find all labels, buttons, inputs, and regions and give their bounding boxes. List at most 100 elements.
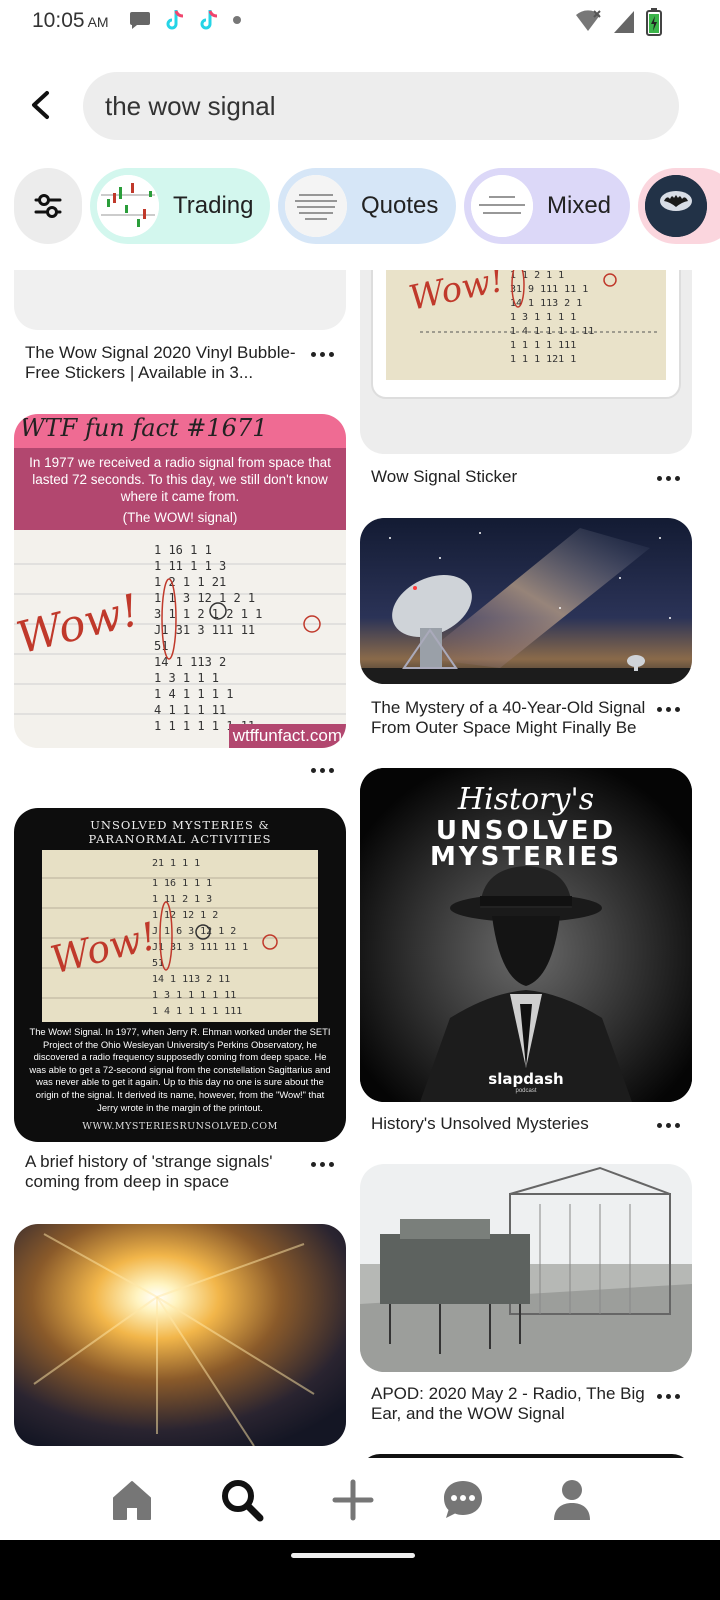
dot: [319, 351, 325, 357]
profile-icon: [554, 1480, 590, 1520]
svg-text:51: 51: [154, 639, 168, 653]
svg-text:1 16 1 1: 1 16 1 1: [154, 543, 212, 557]
dot: [665, 475, 671, 481]
wifi-off-icon: [576, 10, 601, 31]
clock-ampm: AM: [87, 14, 109, 30]
pin-title[interactable]: History's Unsolved Mysteries: [371, 1114, 651, 1134]
nav-home-button[interactable]: [108, 1476, 156, 1524]
pin-title[interactable]: Wow Signal Sticker: [371, 467, 651, 487]
card-header-line1: UNSOLVED MYSTERIES &: [90, 818, 270, 832]
system-gesture-bar: [0, 1540, 720, 1600]
pin-title[interactable]: A brief history of 'strange signals' com…: [25, 1152, 310, 1192]
more-options-button[interactable]: [651, 468, 685, 488]
filter-chips-row: Trading Quotes Mixed: [0, 168, 720, 244]
bottom-nav: [0, 1458, 720, 1540]
chip-quotes[interactable]: Quotes: [278, 168, 456, 244]
sliders-icon: [34, 194, 62, 218]
dot: [310, 351, 316, 357]
chip-label: Trading: [173, 192, 254, 219]
svg-text:1 1 1 1 111: 1 1 1 1 111: [510, 340, 576, 351]
more-options-button[interactable]: [305, 760, 339, 780]
pin-image-sticker[interactable]: [14, 270, 346, 330]
svg-text:21 1 1 1: 21 1 1 1: [152, 858, 200, 869]
svg-text:1 1 3 12 1 2 1: 1 1 3 12 1 2 1: [154, 591, 255, 605]
nav-create-button[interactable]: [329, 1476, 377, 1524]
dot: [319, 767, 325, 773]
dot: [656, 1393, 662, 1399]
nav-messages-button[interactable]: [439, 1476, 487, 1524]
svg-text:1 4 1 1 1 1: 1 4 1 1 1 1: [154, 687, 233, 701]
svg-text:1 1 2 1 1: 1 1 2 1 1: [510, 270, 564, 281]
more-options-button[interactable]: [651, 1386, 685, 1406]
dot: [674, 1122, 680, 1128]
more-options-button[interactable]: [305, 344, 339, 364]
pin-title[interactable]: The Wow Signal 2020 Vinyl Bubble-Free St…: [25, 343, 310, 383]
sun-glow-image: [14, 1224, 346, 1446]
dot: [656, 706, 662, 712]
chip-thumbnail: [97, 175, 159, 237]
messages-icon: [444, 1481, 482, 1518]
chip-mixed[interactable]: Mixed: [464, 168, 630, 244]
system-icons: [574, 8, 662, 36]
fact-header: WTF fun fact #1671: [20, 414, 268, 442]
more-options-button[interactable]: [305, 1154, 339, 1174]
pin-image-radio-telescope[interactable]: [360, 518, 692, 684]
svg-text:1 3 1 1 1 1 11: 1 3 1 1 1 1 11: [152, 990, 236, 1001]
chat-bubble-icon: [130, 12, 150, 29]
svg-text:1 3 1 1 1 1: 1 3 1 1 1 1: [510, 312, 576, 323]
dot: [328, 1161, 334, 1167]
fact-body: In 1977 we received a radio signal from …: [29, 455, 331, 504]
more-options-button[interactable]: [651, 699, 685, 719]
back-arrow-icon: [32, 91, 49, 119]
chip-trading[interactable]: Trading: [90, 168, 270, 244]
dot: [674, 706, 680, 712]
pin-image-big-ear[interactable]: [360, 1164, 692, 1372]
search-query[interactable]: the wow signal: [105, 91, 276, 122]
svg-text:3 1 1 2 1 2 1 1: 3 1 1 2 1 2 1 1: [154, 607, 262, 621]
svg-text:31 9 111 11 1: 31 9 111 11 1: [510, 284, 588, 295]
status-bar: 10:05 AM: [0, 0, 720, 44]
pin-image-wtf-fact[interactable]: 1 16 1 1 1 11 1 1 3 1 2 1 1 21 1 1 3 12 …: [14, 414, 346, 748]
plus-icon: [332, 1479, 374, 1521]
filter-button[interactable]: [14, 168, 82, 244]
more-options-button[interactable]: [651, 1115, 685, 1135]
nav-profile-button[interactable]: [548, 1476, 596, 1524]
dot: [674, 475, 680, 481]
pin-title[interactable]: APOD: 2020 May 2 - Radio, The Big Ear, a…: [371, 1384, 651, 1424]
big-ear-image: [360, 1164, 692, 1372]
pin-title[interactable]: The Mystery of a 40-Year-Old Signal From…: [371, 698, 651, 738]
podcast-brand: slapdash: [488, 1070, 564, 1088]
gesture-handle[interactable]: [291, 1553, 415, 1558]
chip-thumbnail: [645, 175, 707, 237]
pin-image-history-podcast[interactable]: History's UNSOLVED MYSTERIES slapdash po…: [360, 768, 692, 1102]
signal-icon: [614, 11, 634, 33]
svg-text:14 1 113 2: 14 1 113 2: [154, 655, 226, 669]
pin-image-unsolved-paranormal[interactable]: UNSOLVED MYSTERIES & PARANORMAL ACTIVITI…: [14, 808, 346, 1142]
tiktok-icon: [200, 10, 218, 30]
svg-text:1 11 1 1 3: 1 11 1 1 3: [154, 559, 226, 573]
podcast-brand-sub: podcast: [515, 1088, 537, 1094]
svg-text:14 1 113 2 11: 14 1 113 2 11: [152, 974, 230, 985]
pin-image-sun-glow[interactable]: [14, 1224, 346, 1446]
chip-thumbnail: [285, 175, 347, 237]
svg-text:1 11 2 1 3: 1 11 2 1 3: [152, 894, 212, 905]
fact-watermark: wtffunfact.com: [228, 724, 346, 748]
dot: [310, 767, 316, 773]
chip-thumbnail: [471, 175, 533, 237]
back-button[interactable]: [22, 86, 60, 124]
svg-text:1 1 1 121 1: 1 1 1 121 1: [510, 354, 576, 365]
svg-text:4 1 1 1 11: 4 1 1 1 11: [154, 703, 226, 717]
dot-icon: [233, 16, 241, 24]
search-input[interactable]: the wow signal: [83, 72, 679, 140]
card-body: The Wow! Signal. In 1977, when Jerry R. …: [29, 1026, 331, 1113]
svg-text:J1 31 3 111 11 1: J1 31 3 111 11 1: [152, 942, 248, 953]
podcast-script-title: History's: [457, 782, 595, 817]
status-time: 10:05 AM: [32, 9, 109, 33]
pin-image-wow-sticker[interactable]: 1 1 2 1 1 31 9 111 11 1 14 1 113 2 1 1 3…: [360, 270, 692, 454]
nav-search-button[interactable]: [218, 1476, 266, 1524]
svg-text:J1 31 3 111 11: J1 31 3 111 11: [154, 623, 255, 637]
dot: [310, 1161, 316, 1167]
pin-feed[interactable]: The Wow Signal 2020 Vinyl Bubble-Free St…: [0, 270, 720, 1458]
chip-batman[interactable]: [638, 168, 720, 244]
notification-icons: [128, 8, 242, 32]
